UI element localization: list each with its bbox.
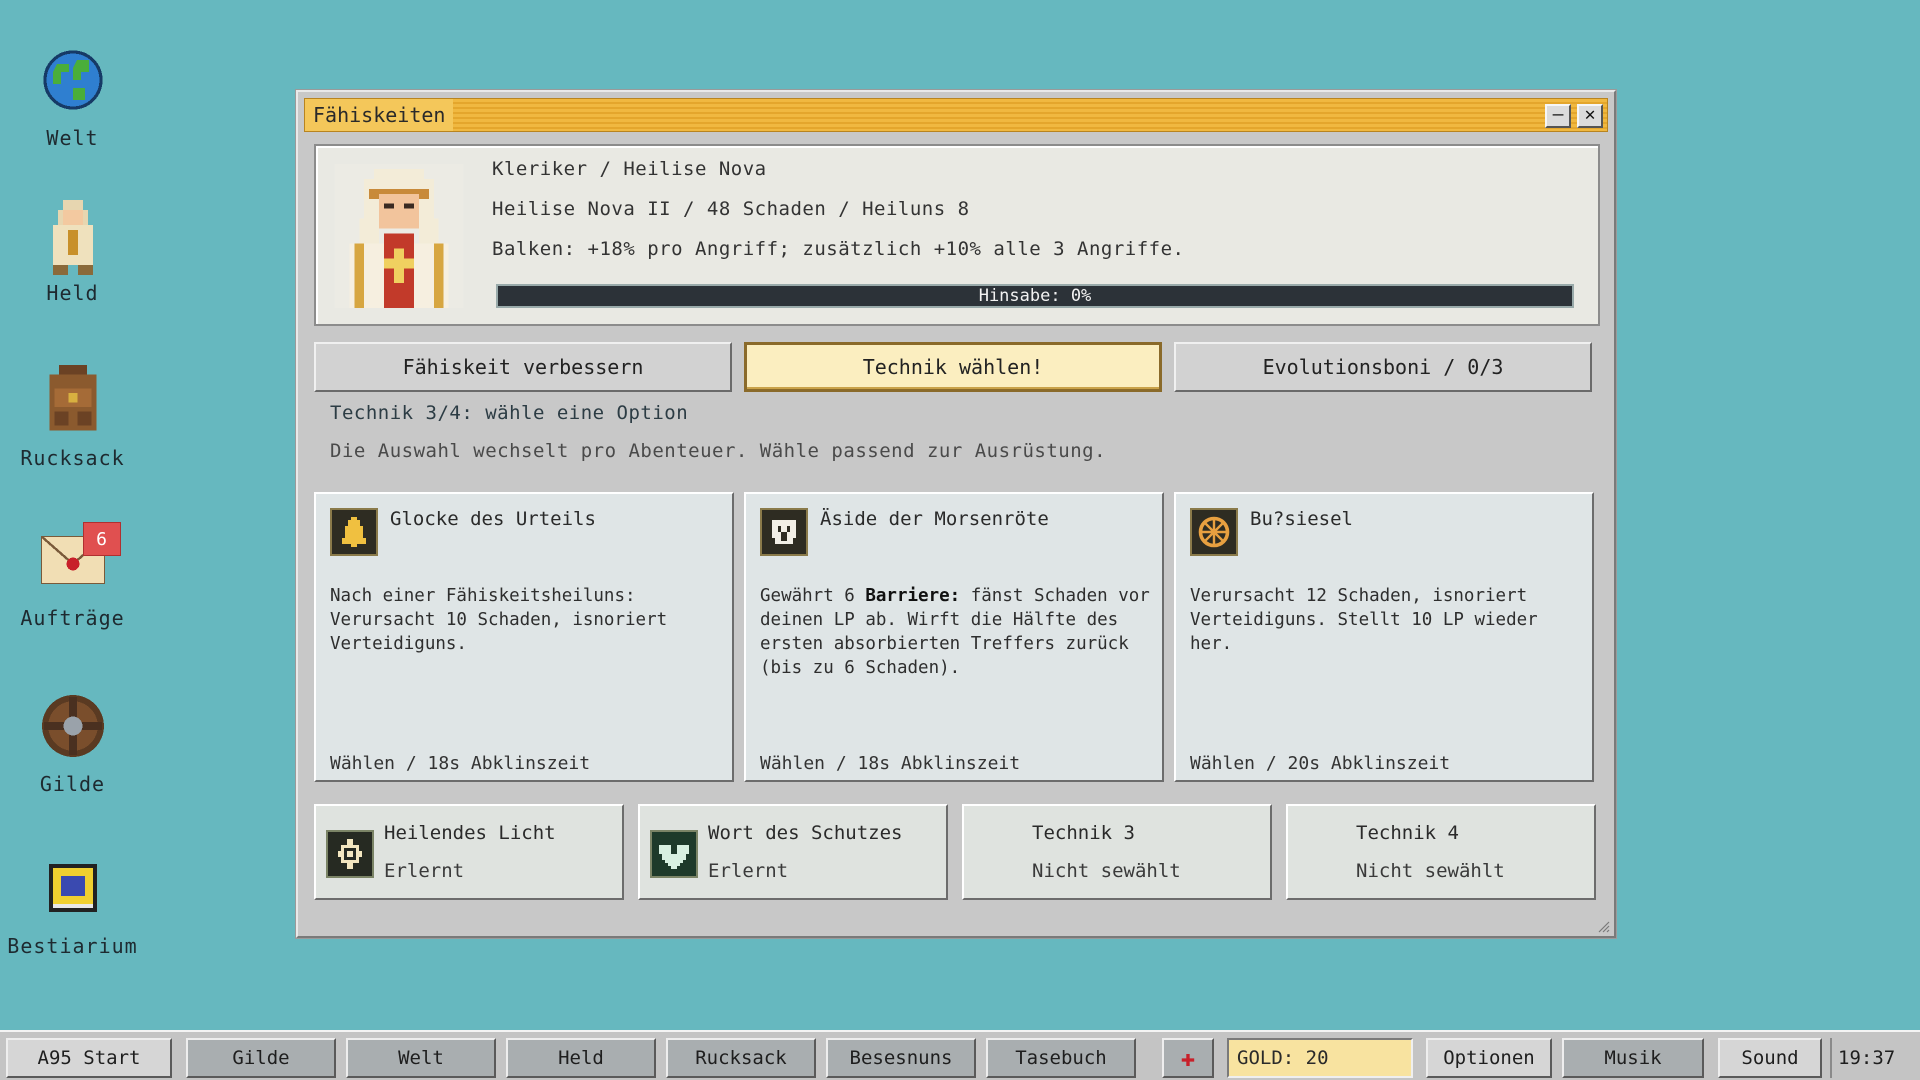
skill-stats: Heilise Nova II / 48 Schaden / Heiluns 8	[492, 198, 970, 220]
hero-icon	[33, 195, 113, 275]
desktop-icon-held[interactable]: Held	[0, 195, 145, 305]
option-description: Nach einer Fähiskeitsheiluns: Verursacht…	[330, 586, 668, 654]
minimize-button[interactable]: –	[1545, 104, 1571, 128]
window-titlebar[interactable]: Fähiskeiten – ✕	[304, 98, 1608, 132]
technique-slot-4[interactable]: Technik 4 Nicht sewählt	[1286, 804, 1596, 900]
option-choose-cooldown[interactable]: Wählen / 20s Abklinszeit	[1190, 753, 1450, 774]
window-title: Fähiskeiten	[305, 99, 454, 131]
slot-name: Heilendes Licht	[384, 822, 556, 844]
option-card-busssiegel[interactable]: Bu?siesel Verursacht 12 Schaden, isnorie…	[1174, 492, 1594, 782]
seal-icon	[1190, 508, 1238, 556]
hero-class: Kleriker / Heilise Nova	[492, 158, 767, 180]
resize-grip-icon[interactable]	[1596, 918, 1610, 933]
start-button[interactable]: A95 Start	[6, 1038, 172, 1078]
taskbar-held[interactable]: Held	[506, 1038, 656, 1078]
technique-slot-3[interactable]: Technik 3 Nicht sewählt	[962, 804, 1272, 900]
slot-name: Technik 3	[1032, 822, 1135, 844]
option-card-aegis[interactable]: Äside der Morsenröte Gewährt 6 Barriere:…	[744, 492, 1164, 782]
slot-name: Technik 4	[1356, 822, 1459, 844]
desktop-icon-rucksack[interactable]: Rucksack	[0, 360, 145, 470]
taskbar-begegnung[interactable]: Besesnuns	[826, 1038, 976, 1078]
desktop-icon-label: Welt	[46, 126, 99, 150]
bell-icon	[330, 508, 378, 556]
technique-hint: Die Auswahl wechselt pro Abenteuer. Wähl…	[330, 440, 1107, 462]
taskbar-gilde[interactable]: Gilde	[186, 1038, 336, 1078]
quest-count-badge: 6	[82, 522, 121, 556]
taskbar-welt[interactable]: Welt	[346, 1038, 496, 1078]
clock: 19:37	[1830, 1038, 1916, 1078]
option-title: Äside der Morsenröte	[820, 508, 1049, 530]
desktop-icon-auftraege[interactable]: 6 Aufträge	[0, 520, 145, 630]
skills-window: Fähiskeiten – ✕ Kleriker / Heilise Nova …	[296, 90, 1616, 938]
option-description: Verursacht 12 Schaden, isnoriert Verteid…	[1190, 586, 1538, 654]
close-button[interactable]: ✕	[1577, 104, 1603, 128]
hero-portrait	[334, 164, 464, 308]
bar-description: Balken: +18% pro Angriff; zusätzlich +10…	[492, 238, 1185, 260]
music-button[interactable]: Musik	[1562, 1038, 1704, 1078]
option-card-glocke[interactable]: Glocke des Urteils Nach einer Fähiskeits…	[314, 492, 734, 782]
technique-slot-2[interactable]: Wort des Schutzes Erlernt	[638, 804, 948, 900]
option-choose-cooldown[interactable]: Wählen / 18s Abklinszeit	[330, 753, 590, 774]
desktop-icon-gilde[interactable]: Gilde	[0, 686, 145, 796]
desktop-icon-label: Gilde	[39, 772, 106, 796]
option-title: Bu?siesel	[1250, 508, 1353, 530]
option-description: Gewährt 6 Barriere: fänst Schaden vor de…	[760, 586, 1150, 678]
globe-icon	[33, 40, 113, 120]
health-button[interactable]: ✚	[1162, 1038, 1214, 1078]
sound-button[interactable]: Sound	[1718, 1038, 1822, 1078]
taskbar: A95 Start Gilde Welt Held Rucksack Beses…	[0, 1030, 1920, 1080]
tab-improve-skill[interactable]: Fähiskeit verbessern	[314, 342, 732, 392]
slot-state: Nicht sewählt	[1032, 860, 1181, 882]
heart-shield-icon	[650, 830, 698, 878]
close-icon: ✕	[1584, 104, 1596, 125]
desktop-icon-label: Rucksack	[20, 446, 125, 470]
tab-evolution-bonus[interactable]: Evolutionsboni / 0/3	[1174, 342, 1592, 392]
devotion-progress-label: Hinsabe: 0%	[978, 286, 1092, 306]
minimize-icon: –	[1552, 104, 1564, 125]
slot-name: Wort des Schutzes	[708, 822, 903, 844]
slot-state: Erlernt	[708, 860, 789, 882]
hero-info-panel: Kleriker / Heilise Nova Heilise Nova II …	[314, 144, 1600, 326]
option-choose-cooldown[interactable]: Wählen / 18s Abklinszeit	[760, 753, 1020, 774]
desktop-icon-welt[interactable]: Welt	[0, 40, 145, 150]
shield-icon	[33, 686, 113, 766]
gold-display: GOLD: 20	[1227, 1038, 1413, 1078]
slot-state: Nicht sewählt	[1356, 860, 1505, 882]
technique-instruction: Technik 3/4: wähle eine Option	[330, 402, 689, 424]
taskbar-tagebuch[interactable]: Tasebuch	[986, 1038, 1136, 1078]
option-title: Glocke des Urteils	[390, 508, 596, 530]
desktop-icon-label: Bestiarium	[7, 934, 138, 958]
desktop-icon-label: Held	[46, 281, 99, 305]
desktop-icon-label: Aufträge	[20, 606, 125, 630]
backpack-icon	[33, 360, 113, 440]
barrier-keyword: Barriere:	[865, 586, 961, 606]
red-cross-icon: ✚	[1180, 1044, 1196, 1072]
taskbar-rucksack[interactable]: Rucksack	[666, 1038, 816, 1078]
aegis-icon	[760, 508, 808, 556]
desktop-icon-bestiarium[interactable]: Bestiarium	[0, 848, 145, 958]
envelope-icon: 6	[33, 520, 121, 600]
healing-light-icon	[326, 830, 374, 878]
options-button[interactable]: Optionen	[1426, 1038, 1552, 1078]
technique-slot-1[interactable]: Heilendes Licht Erlernt	[314, 804, 624, 900]
devotion-progress-bar: Hinsabe: 0%	[496, 284, 1574, 308]
slot-state: Erlernt	[384, 860, 465, 882]
bestiary-book-icon	[33, 848, 113, 928]
tab-choose-technique[interactable]: Technik wählen!	[744, 342, 1162, 392]
